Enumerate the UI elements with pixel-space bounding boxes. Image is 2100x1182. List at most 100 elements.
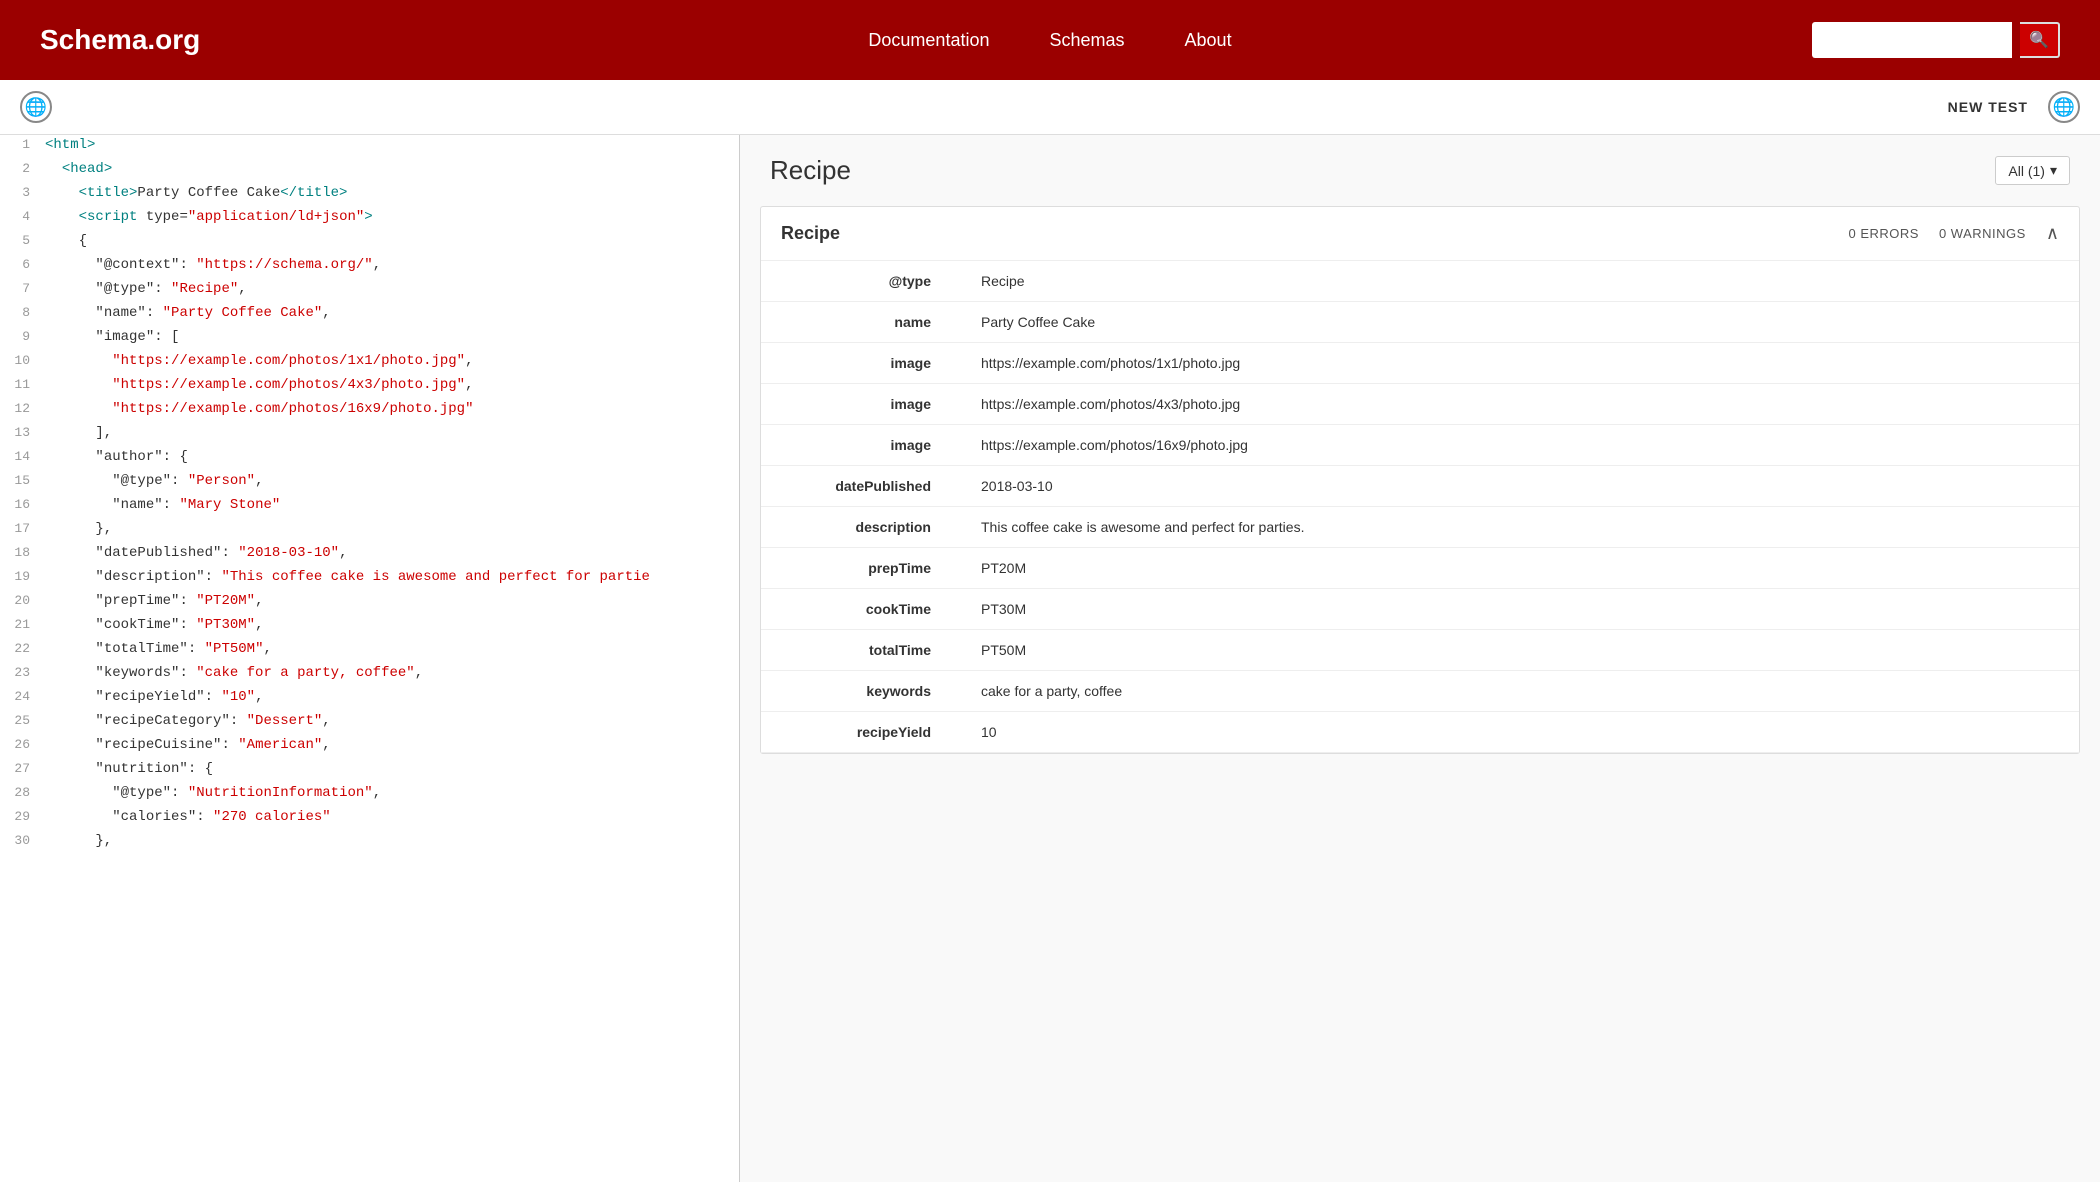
- line-number: 17: [0, 519, 45, 536]
- table-row: cookTimePT30M: [761, 589, 2079, 630]
- nav-about[interactable]: About: [1185, 30, 1232, 51]
- recipe-card-header: Recipe 0 ERRORS 0 WARNINGS ∧: [761, 207, 2079, 261]
- line-content: "calories": "270 calories": [45, 807, 739, 825]
- search-input[interactable]: [1812, 22, 2012, 58]
- table-key: image: [761, 343, 961, 384]
- line-content: "@type": "NutritionInformation",: [45, 783, 739, 801]
- line-content: "https://example.com/photos/16x9/photo.j…: [45, 399, 739, 417]
- results-header: Recipe All (1) ▾: [740, 135, 2100, 206]
- new-test-button[interactable]: NEW TEST: [1948, 99, 2028, 115]
- line-content: <script type="application/ld+json">: [45, 207, 739, 225]
- line-content: "totalTime": "PT50M",: [45, 639, 739, 657]
- code-line: 6 "@context": "https://schema.org/",: [0, 255, 739, 279]
- line-content: {: [45, 231, 739, 249]
- table-value: PT50M: [961, 630, 2079, 671]
- line-number: 20: [0, 591, 45, 608]
- table-value: cake for a party, coffee: [961, 671, 2079, 712]
- code-line: 16 "name": "Mary Stone": [0, 495, 739, 519]
- code-line: 30 },: [0, 831, 739, 855]
- code-line: 2 <head>: [0, 159, 739, 183]
- code-panel[interactable]: 1<html>2 <head>3 <title>Party Coffee Cak…: [0, 135, 740, 1182]
- table-key: cookTime: [761, 589, 961, 630]
- recipe-card-stats: 0 ERRORS 0 WARNINGS ∧: [1848, 223, 2059, 244]
- errors-count: 0 ERRORS: [1848, 226, 1918, 241]
- line-number: 24: [0, 687, 45, 704]
- recipe-card: Recipe 0 ERRORS 0 WARNINGS ∧ @typeRecipe…: [760, 206, 2080, 754]
- data-table: @typeRecipenameParty Coffee Cake imagehtt…: [761, 261, 2079, 753]
- code-line: 27 "nutrition": {: [0, 759, 739, 783]
- nav-documentation[interactable]: Documentation: [868, 30, 989, 51]
- line-number: 13: [0, 423, 45, 440]
- line-content: <head>: [45, 159, 739, 177]
- chevron-down-icon: ▾: [2050, 162, 2057, 179]
- line-content: "https://example.com/photos/1x1/photo.jp…: [45, 351, 739, 369]
- table-row: @typeRecipe: [761, 261, 2079, 302]
- code-line: 19 "description": "This coffee cake is a…: [0, 567, 739, 591]
- line-content: },: [45, 519, 739, 537]
- line-number: 2: [0, 159, 45, 176]
- line-number: 28: [0, 783, 45, 800]
- table-key: @type: [761, 261, 961, 302]
- line-content: "name": "Party Coffee Cake",: [45, 303, 739, 321]
- main-content: 1<html>2 <head>3 <title>Party Coffee Cak…: [0, 135, 2100, 1182]
- search-button[interactable]: 🔍: [2020, 22, 2060, 58]
- code-line: 25 "recipeCategory": "Dessert",: [0, 711, 739, 735]
- table-row: prepTimePT20M: [761, 548, 2079, 589]
- table-value: 10: [961, 712, 2079, 753]
- table-key: description: [761, 507, 961, 548]
- code-line: 18 "datePublished": "2018-03-10",: [0, 543, 739, 567]
- line-content: "name": "Mary Stone": [45, 495, 739, 513]
- results-filter-dropdown[interactable]: All (1) ▾: [1995, 156, 2070, 185]
- code-line: 7 "@type": "Recipe",: [0, 279, 739, 303]
- line-content: "keywords": "cake for a party, coffee",: [45, 663, 739, 681]
- site-logo[interactable]: Schema.org: [40, 24, 545, 56]
- table-key: datePublished: [761, 466, 961, 507]
- line-number: 1: [0, 135, 45, 152]
- table-row: imagehttps://example.com/photos/4x3/phot…: [761, 384, 2079, 425]
- nav-schemas[interactable]: Schemas: [1049, 30, 1124, 51]
- line-number: 23: [0, 663, 45, 680]
- line-content: "author": {: [45, 447, 739, 465]
- code-line: 10 "https://example.com/photos/1x1/photo…: [0, 351, 739, 375]
- line-number: 8: [0, 303, 45, 320]
- code-line: 9 "image": [: [0, 327, 739, 351]
- recipe-card-title: Recipe: [781, 223, 840, 244]
- table-row: descriptionThis coffee cake is awesome a…: [761, 507, 2079, 548]
- globe-icon-right[interactable]: 🌐: [2048, 91, 2080, 123]
- line-content: "description": "This coffee cake is awes…: [45, 567, 739, 585]
- code-line: 8 "name": "Party Coffee Cake",: [0, 303, 739, 327]
- code-line: 12 "https://example.com/photos/16x9/phot…: [0, 399, 739, 423]
- line-number: 27: [0, 759, 45, 776]
- line-number: 25: [0, 711, 45, 728]
- table-value: 2018-03-10: [961, 466, 2079, 507]
- line-content: "@context": "https://schema.org/",: [45, 255, 739, 273]
- toolbar: 🌐 NEW TEST 🌐: [0, 80, 2100, 135]
- code-line: 15 "@type": "Person",: [0, 471, 739, 495]
- table-row: recipeYield10: [761, 712, 2079, 753]
- code-line: 17 },: [0, 519, 739, 543]
- table-row: keywordscake for a party, coffee: [761, 671, 2079, 712]
- table-row: nameParty Coffee Cake: [761, 302, 2079, 343]
- table-key: image: [761, 384, 961, 425]
- search-icon: 🔍: [2029, 32, 2049, 49]
- table-key: totalTime: [761, 630, 961, 671]
- code-line: 22 "totalTime": "PT50M",: [0, 639, 739, 663]
- table-value: This coffee cake is awesome and perfect …: [961, 507, 2079, 548]
- line-content: <title>Party Coffee Cake</title>: [45, 183, 739, 201]
- line-number: 5: [0, 231, 45, 248]
- code-line: 4 <script type="application/ld+json">: [0, 207, 739, 231]
- collapse-button[interactable]: ∧: [2046, 223, 2059, 244]
- toolbar-right: NEW TEST 🌐: [1948, 91, 2080, 123]
- line-content: ],: [45, 423, 739, 441]
- table-row: totalTimePT50M: [761, 630, 2079, 671]
- line-number: 15: [0, 471, 45, 488]
- site-header: Schema.org Documentation Schemas About 🔍: [0, 0, 2100, 80]
- table-value: PT20M: [961, 548, 2079, 589]
- table-key: name: [761, 302, 961, 343]
- line-number: 7: [0, 279, 45, 296]
- line-number: 21: [0, 615, 45, 632]
- code-line: 11 "https://example.com/photos/4x3/photo…: [0, 375, 739, 399]
- code-line: 28 "@type": "NutritionInformation",: [0, 783, 739, 807]
- line-content: "prepTime": "PT20M",: [45, 591, 739, 609]
- globe-icon-left[interactable]: 🌐: [20, 91, 52, 123]
